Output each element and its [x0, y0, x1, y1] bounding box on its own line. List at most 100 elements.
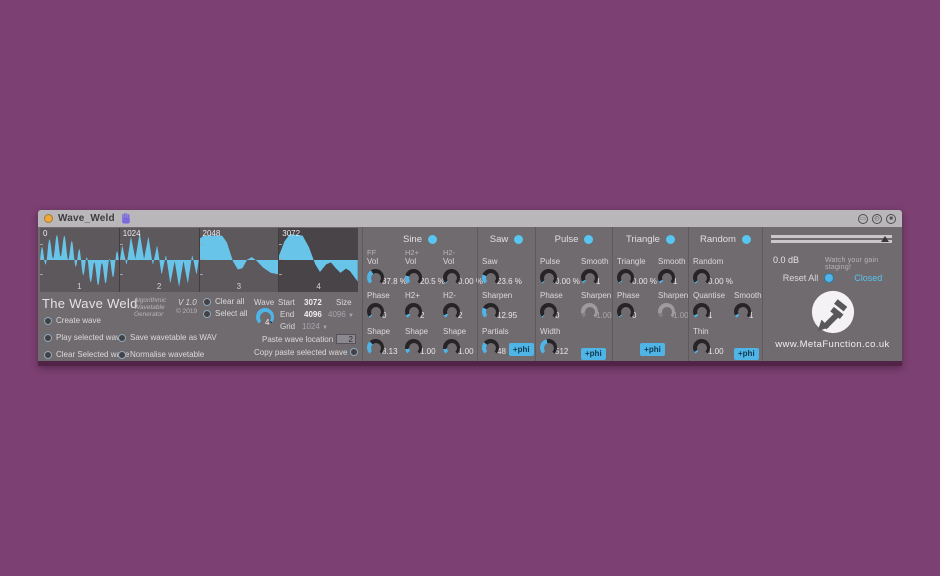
- knob-cell[interactable]: Thin 1.00: [693, 327, 734, 361]
- wave-panel-1[interactable]: 0 1: [40, 228, 119, 292]
- save-wav-toggle-icon[interactable]: [118, 334, 126, 342]
- knob-cell[interactable]: Shape 8.13: [367, 327, 405, 356]
- gain-slider[interactable]: [771, 235, 892, 245]
- knob-cell[interactable]: FF Vol 37.8 %: [367, 248, 405, 286]
- website-url[interactable]: www.MetaFunction.co.uk: [763, 339, 902, 350]
- clear-all-toggle-icon[interactable]: [203, 298, 211, 306]
- clear-all-button[interactable]: Clear all: [203, 297, 244, 306]
- save-wavetable-button[interactable]: Save wavetable as WAV: [118, 333, 217, 342]
- status-closed-menu[interactable]: Closed: [854, 273, 882, 283]
- knob[interactable]: [617, 269, 634, 286]
- knob-cell[interactable]: Phase 0: [617, 291, 658, 320]
- play-toggle-icon[interactable]: [44, 334, 52, 342]
- sine-enable-button[interactable]: [428, 235, 437, 244]
- wave-select-knob[interactable]: 4: [256, 308, 274, 326]
- knob-cell[interactable]: Partials 48+phi: [482, 327, 536, 356]
- end-value[interactable]: 4096: [304, 310, 322, 319]
- knob-cell[interactable]: Random 0.00 %: [693, 248, 734, 286]
- pulse-enable-button[interactable]: [584, 235, 593, 244]
- knob-cell[interactable]: Smooth 1: [658, 248, 692, 286]
- triangle-section: Triangle Triangle 0.00 % Smooth 1 Phase …: [612, 227, 688, 361]
- create-wave-button[interactable]: Create wave: [44, 316, 101, 325]
- knob[interactable]: [658, 303, 675, 320]
- wave-panel-4[interactable]: 3072 4: [279, 228, 358, 292]
- knob[interactable]: [443, 303, 460, 320]
- select-all-button[interactable]: Select all: [203, 309, 247, 318]
- knob[interactable]: [581, 303, 598, 320]
- knob[interactable]: [443, 339, 460, 356]
- knob[interactable]: [482, 269, 499, 286]
- knob[interactable]: [482, 339, 499, 356]
- knob-cell[interactable]: H2+ 2: [405, 291, 443, 320]
- knob-cell[interactable]: Shape 1.00: [405, 327, 443, 356]
- size-dropdown[interactable]: 4096 ▼: [328, 310, 354, 319]
- knob-cell[interactable]: Sharpen 1.00: [658, 291, 692, 320]
- knob-cell[interactable]: Phase 0: [367, 291, 405, 320]
- random-phi-button[interactable]: +phi: [734, 348, 759, 361]
- knob[interactable]: [367, 269, 384, 286]
- knob-cell[interactable]: Sharpen 1.00: [581, 291, 615, 320]
- knob-cell[interactable]: Sharpen 12.95: [482, 291, 536, 320]
- wave-panel-2[interactable]: 1024 2: [120, 228, 199, 292]
- start-value[interactable]: 3072: [304, 298, 322, 307]
- knob-cell[interactable]: Saw 23.6 %: [482, 248, 536, 286]
- triangle-phi-button[interactable]: +phi: [640, 343, 665, 356]
- knob[interactable]: [367, 303, 384, 320]
- saw-enable-button[interactable]: [514, 235, 523, 244]
- mapping-icon[interactable]: ◴: [872, 214, 882, 224]
- knob[interactable]: [658, 269, 675, 286]
- knob[interactable]: [693, 269, 710, 286]
- clear-selected-wave-button[interactable]: Clear Selected wave: [44, 350, 129, 359]
- paste-location-numbox[interactable]: 2: [336, 334, 356, 344]
- copy-paste-toggle-icon[interactable]: [350, 348, 358, 356]
- knob[interactable]: [734, 303, 751, 320]
- knob[interactable]: [482, 303, 499, 320]
- knob-cell[interactable]: Triangle 0.00 %: [617, 248, 658, 286]
- knob[interactable]: [540, 339, 557, 356]
- normalise-toggle-icon[interactable]: [118, 351, 126, 359]
- knob[interactable]: [693, 303, 710, 320]
- clear-selected-toggle-icon[interactable]: [44, 351, 52, 359]
- title-bar[interactable]: Wave_Weld ▭ ◴ ■: [38, 210, 902, 227]
- knob[interactable]: [443, 269, 460, 286]
- knob-cell[interactable]: H2- 2: [443, 291, 481, 320]
- gain-db-value[interactable]: 0.0 dB: [773, 255, 799, 265]
- grid-dropdown[interactable]: 1024 ▼: [302, 322, 328, 331]
- knob-cell[interactable]: Quantise 1: [693, 291, 734, 320]
- save-icon[interactable]: ■: [886, 214, 896, 224]
- knob[interactable]: [693, 339, 710, 356]
- wave-panel-3[interactable]: 2048 3: [200, 228, 279, 292]
- knob[interactable]: [367, 339, 384, 356]
- knob[interactable]: [540, 303, 557, 320]
- select-all-toggle-icon[interactable]: [203, 310, 211, 318]
- knob-label: Smooth: [581, 257, 615, 267]
- dropdown-arrow-icon: ▼: [348, 313, 354, 319]
- wave-index-label: 4: [279, 282, 358, 291]
- saw-phi-button[interactable]: +phi: [509, 343, 534, 356]
- knob-cell[interactable]: Width 512: [540, 327, 581, 361]
- knob-cell[interactable]: H2+ Vol 20.5 %: [405, 248, 443, 286]
- wavetable-display[interactable]: 0 1 1024 2 2048 3 30: [40, 228, 358, 292]
- knob-cell[interactable]: Pulse 0.00 %: [540, 248, 581, 286]
- play-selected-wave-button[interactable]: Play selected wave: [44, 333, 124, 342]
- normalise-wavetable-button[interactable]: Normalise wavetable: [118, 350, 204, 359]
- knob[interactable]: [405, 269, 422, 286]
- knob[interactable]: [405, 339, 422, 356]
- reset-all-button[interactable]: [824, 273, 834, 283]
- knob-cell[interactable]: Phase 0: [540, 291, 581, 320]
- triangle-enable-button[interactable]: [666, 235, 675, 244]
- device-view-icon[interactable]: ▭: [858, 214, 868, 224]
- knob[interactable]: [540, 269, 557, 286]
- gain-marker-icon[interactable]: [881, 236, 889, 242]
- knob[interactable]: [581, 269, 598, 286]
- pulse-phi-button[interactable]: +phi: [581, 348, 606, 361]
- window-close-button[interactable]: [44, 214, 53, 223]
- knob[interactable]: [617, 303, 634, 320]
- knob[interactable]: [405, 303, 422, 320]
- knob-label: Thin: [693, 327, 734, 337]
- knob-cell[interactable]: Smooth 1: [581, 248, 615, 286]
- create-wave-toggle-icon[interactable]: [44, 317, 52, 325]
- knob-cell[interactable]: Shape 1.00: [443, 327, 481, 356]
- random-enable-button[interactable]: [742, 235, 751, 244]
- knob-cell[interactable]: H2- Vol 0.00 %: [443, 248, 481, 286]
